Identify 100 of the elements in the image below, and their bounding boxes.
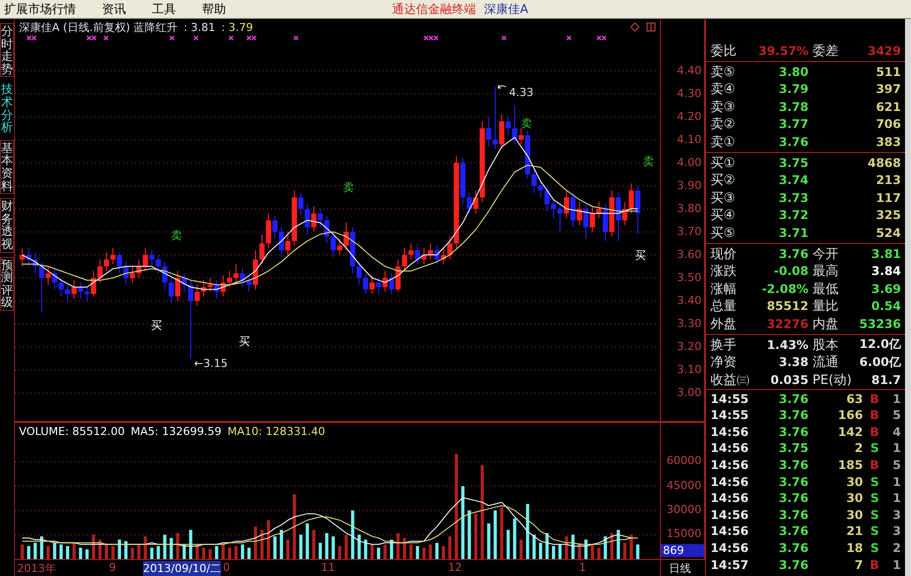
bar	[506, 529, 510, 559]
bar	[344, 534, 348, 559]
bar	[137, 544, 140, 559]
bar	[610, 532, 614, 559]
candlestick	[226, 270, 232, 288]
quote-value: 39.57%	[757, 44, 808, 58]
side-tab[interactable]: 财务透视	[0, 198, 14, 252]
quote-value: -0.08	[772, 264, 808, 278]
order-price: 3.71	[778, 226, 808, 240]
trade-side: S	[869, 524, 880, 538]
side-tab[interactable]: 技术分析	[0, 81, 14, 136]
order-volume: 397	[874, 82, 902, 96]
candlestick	[506, 116, 511, 136]
bar	[189, 529, 192, 559]
bar	[20, 544, 24, 559]
order-level-label: 买①	[710, 154, 736, 172]
bar	[170, 537, 173, 559]
candlestick	[376, 277, 382, 295]
candlestick	[550, 199, 556, 219]
candlestick	[116, 252, 122, 274]
tick-time: 14:56	[710, 524, 750, 538]
candlestick	[311, 206, 316, 232]
tick-price: 3.76	[778, 524, 808, 538]
candlestick	[298, 192, 304, 216]
volume-tick: 45000	[666, 480, 702, 491]
candlestick	[285, 231, 290, 256]
tick-time: 14:56	[710, 441, 750, 456]
candlestick	[194, 284, 200, 306]
bar	[299, 534, 302, 559]
candlestick	[330, 231, 336, 258]
trade-side: B	[868, 392, 880, 406]
candlestick	[84, 286, 90, 302]
chart-title: 深康佳A (日线.前复权) 蓝降红升	[19, 20, 178, 34]
candlestick	[58, 277, 64, 297]
bar	[53, 542, 56, 559]
bar	[538, 542, 542, 559]
menu-item[interactable]: 工具	[152, 0, 176, 18]
tick-price: 3.76	[778, 508, 808, 522]
window-icon[interactable]	[646, 22, 656, 32]
signal-label: 买	[635, 250, 646, 261]
candlestick	[259, 234, 265, 265]
candlestick	[175, 270, 180, 302]
quote-label: 今开	[811, 246, 840, 263]
candlestick	[531, 169, 537, 194]
bar	[435, 542, 439, 559]
quote-value: 6.00亿	[859, 354, 902, 371]
side-tab[interactable]: 分时走势	[0, 23, 14, 78]
trade-side: B	[868, 424, 880, 439]
candlestick	[512, 104, 518, 145]
tick-price: 3.76	[778, 558, 808, 572]
candlestick	[518, 128, 524, 145]
candlestick	[20, 247, 25, 267]
bar	[454, 453, 458, 559]
bar	[623, 542, 626, 559]
tick-price: 3.76	[778, 458, 808, 472]
candlestick	[492, 86, 498, 150]
bar	[480, 464, 484, 559]
bar	[370, 544, 374, 559]
menu-item[interactable]: 扩展市场行情	[4, 0, 76, 18]
order-price: 3.72	[778, 208, 808, 222]
bar	[208, 548, 212, 559]
side-tab[interactable]: 预测评级	[0, 256, 14, 311]
price-tick: 4.00	[676, 156, 702, 168]
candlestick	[97, 258, 103, 284]
menu-item[interactable]: 资讯	[102, 0, 126, 18]
period-label[interactable]: 日线	[661, 560, 691, 576]
bar	[318, 542, 322, 559]
price-tick: 3.10	[676, 364, 702, 376]
candlestick	[486, 116, 492, 148]
price-tick: 3.00	[676, 387, 702, 398]
candlestick	[602, 204, 608, 242]
scrollbar[interactable]	[905, 19, 911, 576]
tick-count: 5	[892, 458, 902, 472]
tick-count: 1	[892, 441, 902, 456]
bar	[630, 534, 633, 559]
tick-volume: 142	[836, 424, 864, 439]
bar	[376, 547, 380, 559]
tick-count: 1	[892, 558, 902, 572]
diamond-icon[interactable]	[630, 22, 640, 32]
menu-item[interactable]: 帮助	[202, 0, 226, 18]
candlestick	[356, 261, 362, 286]
order-level-label: 卖③	[710, 98, 736, 116]
bar	[358, 534, 361, 559]
side-tab[interactable]: 基本资料	[0, 140, 14, 194]
bar	[428, 544, 432, 559]
trade-side: S	[869, 491, 880, 506]
bar	[422, 547, 426, 559]
candlestick	[466, 192, 472, 214]
bar	[46, 546, 50, 559]
tick-volume: 166	[836, 408, 864, 422]
bar	[487, 522, 490, 559]
date-label: 11	[321, 561, 335, 574]
bar	[163, 534, 166, 559]
bar	[78, 547, 82, 559]
bar	[351, 510, 354, 559]
candlestick	[628, 183, 634, 214]
candlestick	[635, 185, 640, 235]
bar	[461, 486, 464, 559]
bar	[40, 536, 44, 559]
price-tick: 4.10	[676, 134, 702, 145]
